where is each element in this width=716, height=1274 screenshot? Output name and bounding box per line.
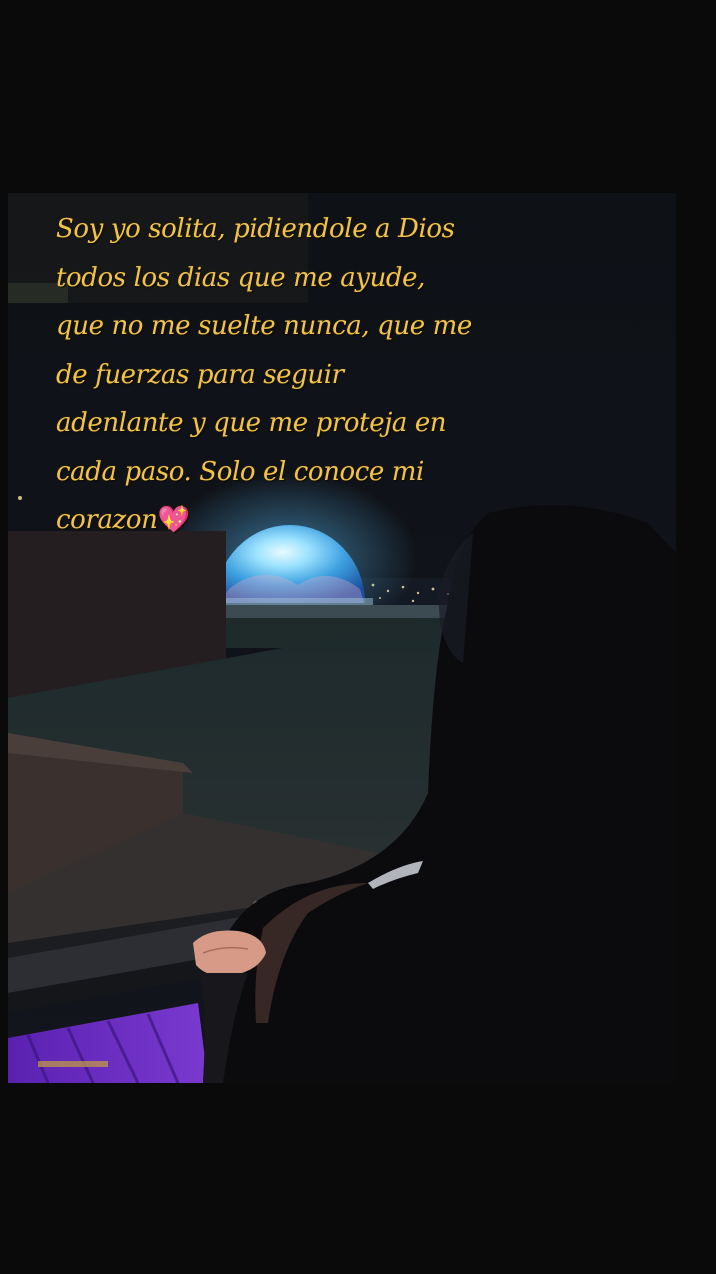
- story-caption: Soy yo solita, pidiendole a Dios todos l…: [56, 205, 476, 545]
- caption-text: Soy yo solita, pidiendole a Dios todos l…: [56, 214, 472, 535]
- sparkling-heart-emoji: 💖: [157, 505, 190, 535]
